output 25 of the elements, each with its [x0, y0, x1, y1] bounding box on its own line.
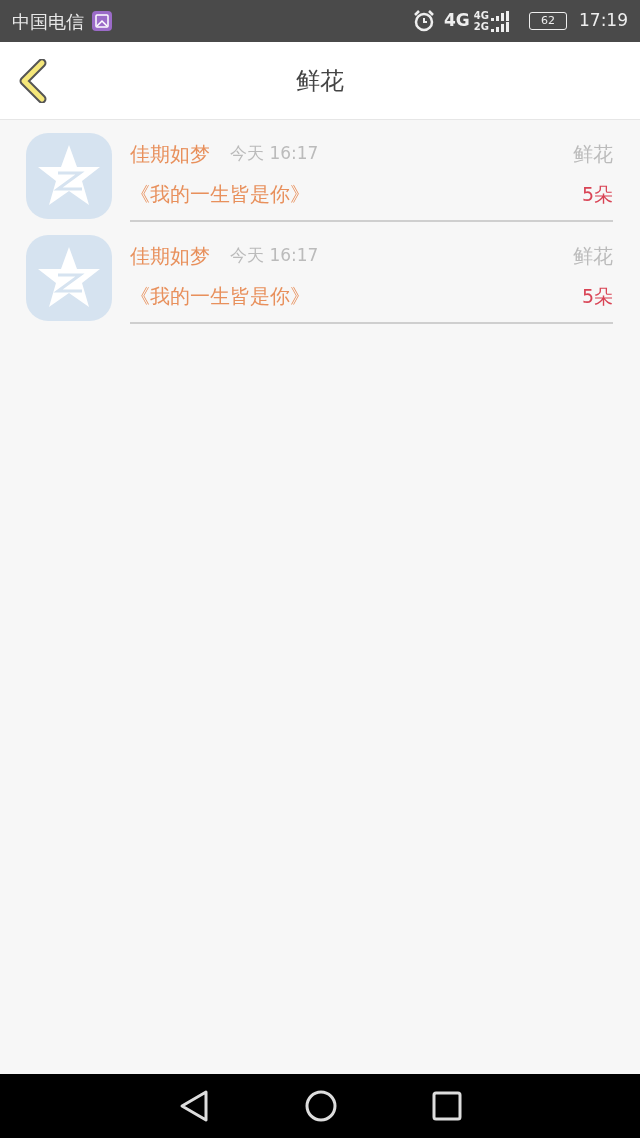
gallery-icon: [92, 11, 112, 31]
avatar-icon: [26, 133, 112, 219]
signal-label: 2G: [473, 21, 489, 32]
song-title: 《我的一生皆是你》: [130, 181, 310, 208]
back-icon[interactable]: [18, 58, 48, 103]
avatar-icon: [26, 235, 112, 321]
gift-type: 鲜花: [573, 141, 613, 168]
network-type: 4G: [444, 9, 470, 33]
battery-indicator: 62: [529, 12, 567, 30]
gift-count: 5朵: [581, 181, 613, 207]
song-title: 《我的一生皆是你》: [130, 283, 310, 310]
signal-icon: [491, 11, 509, 21]
signal-icon: [491, 22, 509, 32]
gift-count: 5朵: [581, 283, 613, 309]
send-time: 今天 16:17: [230, 244, 319, 268]
sender-name: 佳期如梦: [130, 243, 210, 270]
carrier-name: 中国电信: [12, 9, 84, 34]
sender-name: 佳期如梦: [130, 141, 210, 168]
page-title: 鲜花: [296, 65, 344, 97]
signal-label: 4G: [473, 10, 489, 21]
send-time: 今天 16:17: [230, 142, 319, 166]
recent-apps-icon[interactable]: [432, 1091, 463, 1121]
clock-time: 17:19: [579, 9, 628, 33]
home-nav-icon[interactable]: [305, 1090, 337, 1122]
gift-type: 鲜花: [573, 243, 613, 270]
